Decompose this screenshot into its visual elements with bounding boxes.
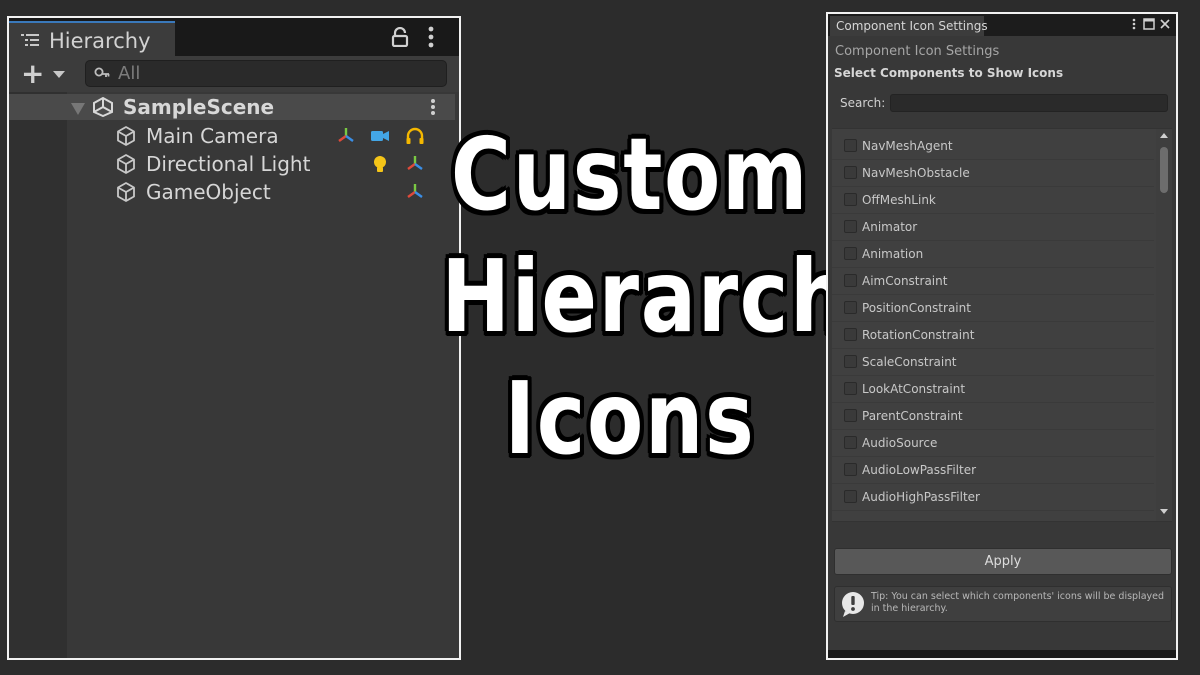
component-row[interactable]: RotationConstraint	[832, 322, 1154, 349]
settings-tab[interactable]: Component Icon Settings	[830, 16, 988, 36]
create-dropdown-caret-icon[interactable]	[53, 71, 65, 78]
hierarchy-row-gameobject[interactable]: GameObject	[67, 178, 459, 206]
hierarchy-tree: SampleScene Main Camera Directional Ligh…	[9, 92, 459, 658]
transform-icon	[407, 156, 423, 170]
maximize-icon[interactable]	[1143, 18, 1155, 30]
component-label: Animator	[862, 220, 918, 234]
scene-row[interactable]: SampleScene	[9, 94, 455, 120]
component-row[interactable]: Animation	[832, 241, 1154, 268]
component-checkbox[interactable]	[844, 409, 857, 422]
scene-more-options-icon[interactable]	[429, 98, 437, 116]
transform-icon	[407, 184, 423, 198]
settings-header: Component Icon Settings	[835, 44, 1000, 59]
search-label: Search:	[840, 96, 886, 110]
component-label: AudioHighPassFilter	[862, 490, 980, 504]
hierarchy-tab-bar: Hierarchy	[9, 18, 459, 56]
component-label: LookAtConstraint	[862, 382, 966, 396]
tip-help-box: Tip: You can select which components' ic…	[834, 586, 1172, 622]
more-options-icon[interactable]	[427, 26, 435, 48]
scroll-down-arrow-icon[interactable]	[1160, 509, 1168, 514]
component-label: PositionConstraint	[862, 301, 971, 315]
search-icon	[94, 67, 110, 77]
component-label: ParentConstraint	[862, 409, 963, 423]
hierarchy-toolbar: +	[9, 56, 459, 92]
component-checkbox[interactable]	[844, 328, 857, 341]
create-plus-icon[interactable]: +	[21, 60, 44, 88]
gameobject-cube-icon	[117, 126, 135, 146]
scrollbar[interactable]	[1156, 129, 1172, 521]
scroll-up-arrow-icon[interactable]	[1160, 133, 1168, 138]
close-icon[interactable]	[1159, 18, 1171, 30]
component-checkbox[interactable]	[844, 193, 857, 206]
component-row[interactable]: LookAtConstraint	[832, 376, 1154, 403]
window-bottom-bar	[828, 650, 1176, 658]
component-row[interactable]: Animator	[832, 214, 1154, 241]
component-label: NavMeshObstacle	[862, 166, 970, 180]
hierarchy-tab[interactable]: Hierarchy	[9, 21, 175, 56]
component-label: AudioLowPassFilter	[862, 463, 977, 477]
settings-subtitle: Select Components to Show Icons	[834, 66, 1064, 80]
hierarchy-row-main-camera[interactable]: Main Camera	[67, 122, 459, 150]
gameobject-cube-icon	[117, 154, 135, 174]
component-checkbox[interactable]	[844, 355, 857, 368]
component-checkbox[interactable]	[844, 166, 857, 179]
tip-text: Tip: You can select which components' ic…	[871, 591, 1165, 614]
hierarchy-tab-title: Hierarchy	[49, 29, 151, 53]
scrollbar-thumb[interactable]	[1160, 147, 1168, 193]
more-options-icon[interactable]	[1128, 18, 1140, 30]
component-row[interactable]: PositionConstraint	[832, 295, 1154, 322]
hierarchy-list-icon	[21, 34, 39, 46]
component-checkbox[interactable]	[844, 490, 857, 503]
settings-tab-bar: Component Icon Settings	[828, 14, 1176, 36]
component-checkbox[interactable]	[844, 382, 857, 395]
component-search-input[interactable]	[890, 94, 1168, 112]
apply-button[interactable]: Apply	[834, 548, 1172, 575]
component-checkbox[interactable]	[844, 139, 857, 152]
component-checkbox[interactable]	[844, 220, 857, 233]
component-row[interactable]: NavMeshObstacle	[832, 160, 1154, 187]
component-label: OffMeshLink	[862, 193, 936, 207]
component-icon-settings-window: Component Icon Settings Component Icon S…	[826, 12, 1178, 660]
hierarchy-search[interactable]	[85, 60, 447, 87]
component-row[interactable]: OffMeshLink	[832, 187, 1154, 214]
audio-listener-icon	[406, 127, 424, 144]
scene-name: SampleScene	[123, 95, 275, 119]
component-row[interactable]: ScaleConstraint	[832, 349, 1154, 376]
lock-icon[interactable]	[391, 27, 409, 47]
camera-icon	[371, 131, 389, 141]
hierarchy-window: Hierarchy + SampleScene	[7, 16, 461, 660]
component-label: ScaleConstraint	[862, 355, 957, 369]
component-label: AudioSource	[862, 436, 938, 450]
info-exclamation-icon	[842, 592, 864, 617]
component-checkbox[interactable]	[844, 436, 857, 449]
component-label: Animation	[862, 247, 924, 261]
hierarchy-search-input[interactable]	[118, 62, 438, 85]
component-label: AimConstraint	[862, 274, 948, 288]
unity-scene-icon	[93, 97, 113, 117]
component-row[interactable]: AimConstraint	[832, 268, 1154, 295]
component-list: NavMeshAgent NavMeshObstacle OffMeshLink An…	[832, 128, 1172, 522]
component-label: NavMeshAgent	[862, 139, 953, 153]
gameobject-cube-icon	[117, 182, 135, 202]
gameobject-name: Directional Light	[146, 152, 311, 176]
component-row[interactable]: AudioHighPassFilter	[832, 484, 1154, 511]
component-checkbox[interactable]	[844, 301, 857, 314]
foldout-arrow-icon[interactable]	[71, 103, 85, 115]
hierarchy-row-directional-light[interactable]: Directional Light	[67, 150, 459, 178]
component-row[interactable]: AudioSource	[832, 430, 1154, 457]
settings-tab-title: Component Icon Settings	[836, 19, 988, 33]
hierarchy-gutter	[9, 92, 67, 658]
component-row[interactable]: NavMeshAgent	[832, 133, 1154, 160]
gameobject-name: GameObject	[146, 180, 271, 204]
headline-line-3: Icons	[504, 360, 756, 477]
component-checkbox[interactable]	[844, 247, 857, 260]
light-icon	[374, 156, 386, 172]
component-label: RotationConstraint	[862, 328, 975, 342]
component-checkbox[interactable]	[844, 463, 857, 476]
component-checkbox[interactable]	[844, 274, 857, 287]
gameobject-name: Main Camera	[146, 124, 279, 148]
component-row[interactable]: AudioLowPassFilter	[832, 457, 1154, 484]
component-row[interactable]: ParentConstraint	[832, 403, 1154, 430]
transform-icon	[338, 128, 354, 142]
